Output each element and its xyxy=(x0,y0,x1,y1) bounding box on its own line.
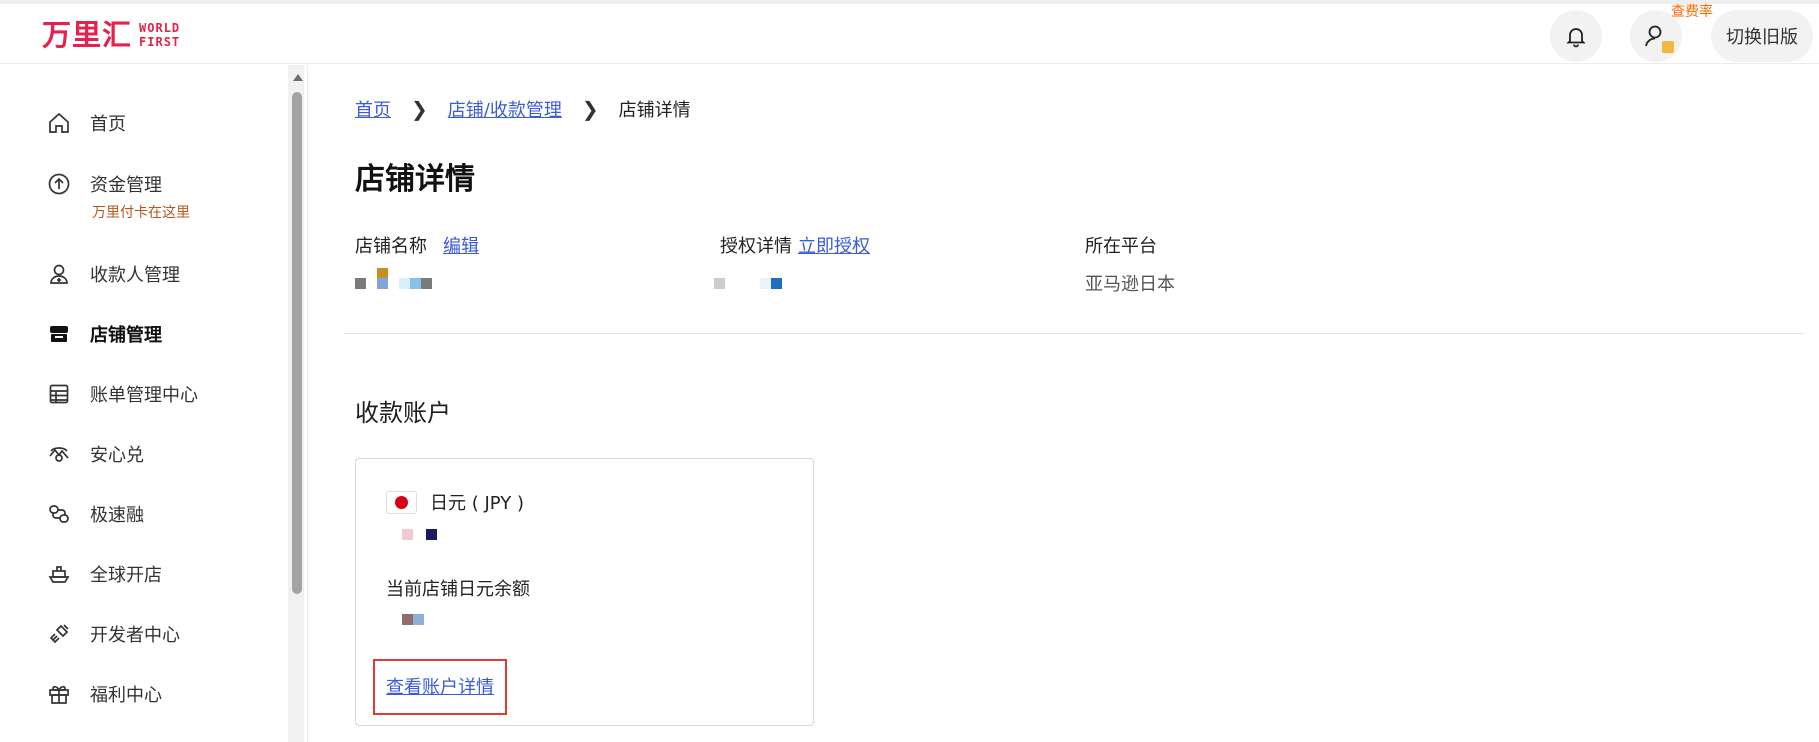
card-hint-text[interactable]: 万里付卡在这里 xyxy=(92,202,190,222)
sidebar-item-label: 账单管理中心 xyxy=(90,385,198,406)
japan-flag-icon xyxy=(386,490,417,514)
scroll-up-arrow-icon[interactable] xyxy=(293,74,303,81)
sidebar-item-developer[interactable]: 开发者中心 xyxy=(46,621,180,647)
sidebar-item-bills[interactable]: 账单管理中心 xyxy=(46,381,198,407)
sidebar-item-store[interactable]: 店铺管理 xyxy=(46,321,162,347)
store-name-value-redacted xyxy=(355,268,479,296)
sidebar-item-benefits[interactable]: 福利中心 xyxy=(46,681,162,707)
notification-button[interactable] xyxy=(1550,10,1602,62)
sidebar-divider xyxy=(307,65,308,742)
home-icon xyxy=(46,110,72,136)
auth-label: 授权详情 xyxy=(720,236,792,257)
store-name-field: 店铺名称 编辑 xyxy=(355,232,479,296)
section-title-accounts: 收款账户 xyxy=(355,399,451,427)
balance-label: 当前店铺日元余额 xyxy=(386,579,530,600)
sidebar-item-label: 全球开店 xyxy=(90,565,162,586)
platform-field: 所在平台 亚马逊日本 xyxy=(1085,232,1175,296)
platform-label: 所在平台 xyxy=(1085,236,1157,257)
logo-text-cn: 万里汇 xyxy=(42,18,133,52)
payee-icon xyxy=(46,261,72,287)
account-card: 日元 ( JPY ) 当前店铺日元余额 查看账户详情 xyxy=(355,458,814,726)
gift-icon xyxy=(46,681,72,707)
platform-value: 亚马逊日本 xyxy=(1085,274,1175,295)
ship-icon xyxy=(46,561,72,587)
breadcrumb: 首页 ❯ 店铺/收款管理 ❯ 店铺详情 xyxy=(355,96,691,122)
auth-value-redacted xyxy=(714,270,870,296)
chevron-right-icon: ❯ xyxy=(581,97,599,121)
sidebar-item-label: 极速融 xyxy=(90,505,144,526)
sidebar-item-label: 店铺管理 xyxy=(90,325,162,346)
sidebar-item-payee[interactable]: 收款人管理 xyxy=(46,261,180,287)
fee-rate-badge[interactable]: 查费率 xyxy=(1671,4,1713,20)
page-title: 店铺详情 xyxy=(355,162,475,197)
breadcrumb-store-mgmt-link[interactable]: 店铺/收款管理 xyxy=(448,96,562,122)
account-number-redacted xyxy=(386,529,456,543)
logo-text-en: WORLD FIRST xyxy=(139,21,181,49)
authorize-now-link[interactable]: 立即授权 xyxy=(798,232,870,258)
sidebar-item-label: 资金管理 xyxy=(90,175,162,196)
edit-link[interactable]: 编辑 xyxy=(443,232,479,258)
upload-circle-icon xyxy=(46,171,72,197)
chevron-right-icon: ❯ xyxy=(411,97,428,121)
breadcrumb-home-link[interactable]: 首页 xyxy=(355,96,391,122)
switch-old-version-button[interactable]: 切换旧版 xyxy=(1711,10,1813,62)
top-bar: 万里汇 WORLD FIRST 查费率 切换旧版 xyxy=(0,0,1819,64)
view-account-details-link[interactable]: 查看账户详情 xyxy=(386,673,494,699)
balance-value-redacted xyxy=(386,614,456,628)
bill-icon xyxy=(46,381,72,407)
breadcrumb-current: 店铺详情 xyxy=(618,100,691,121)
bell-icon xyxy=(1566,28,1586,48)
sidebar-item-home[interactable]: 首页 xyxy=(46,110,126,136)
sidebar-item-label: 开发者中心 xyxy=(90,625,180,646)
shield-badge-icon xyxy=(1662,41,1674,53)
sidebar-item-exchange[interactable]: 安心兑 xyxy=(46,441,144,467)
store-name-label: 店铺名称 xyxy=(355,236,427,257)
exchange-icon xyxy=(46,441,72,467)
currency-name: 日元 ( JPY ) xyxy=(430,493,524,514)
sidebar-item-label: 首页 xyxy=(90,114,126,135)
logo[interactable]: 万里汇 WORLD FIRST xyxy=(42,20,180,50)
scrollbar-thumb[interactable] xyxy=(292,92,302,594)
sidebar-item-label: 福利中心 xyxy=(90,685,162,706)
currency-row: 日元 ( JPY ) xyxy=(386,489,524,515)
sidebar-item-label: 安心兑 xyxy=(90,445,144,466)
sidebar-item-finance[interactable]: 极速融 xyxy=(46,501,144,527)
sidebar-item-label: 收款人管理 xyxy=(90,265,180,286)
store-icon xyxy=(46,321,72,347)
developer-icon xyxy=(46,621,72,647)
section-divider xyxy=(344,333,1804,334)
sidebar-item-global-store[interactable]: 全球开店 xyxy=(46,561,162,587)
auth-field: 授权详情 立即授权 xyxy=(714,232,870,296)
sidebar-item-funds[interactable]: 资金管理 xyxy=(46,171,162,197)
finance-icon xyxy=(46,501,72,527)
